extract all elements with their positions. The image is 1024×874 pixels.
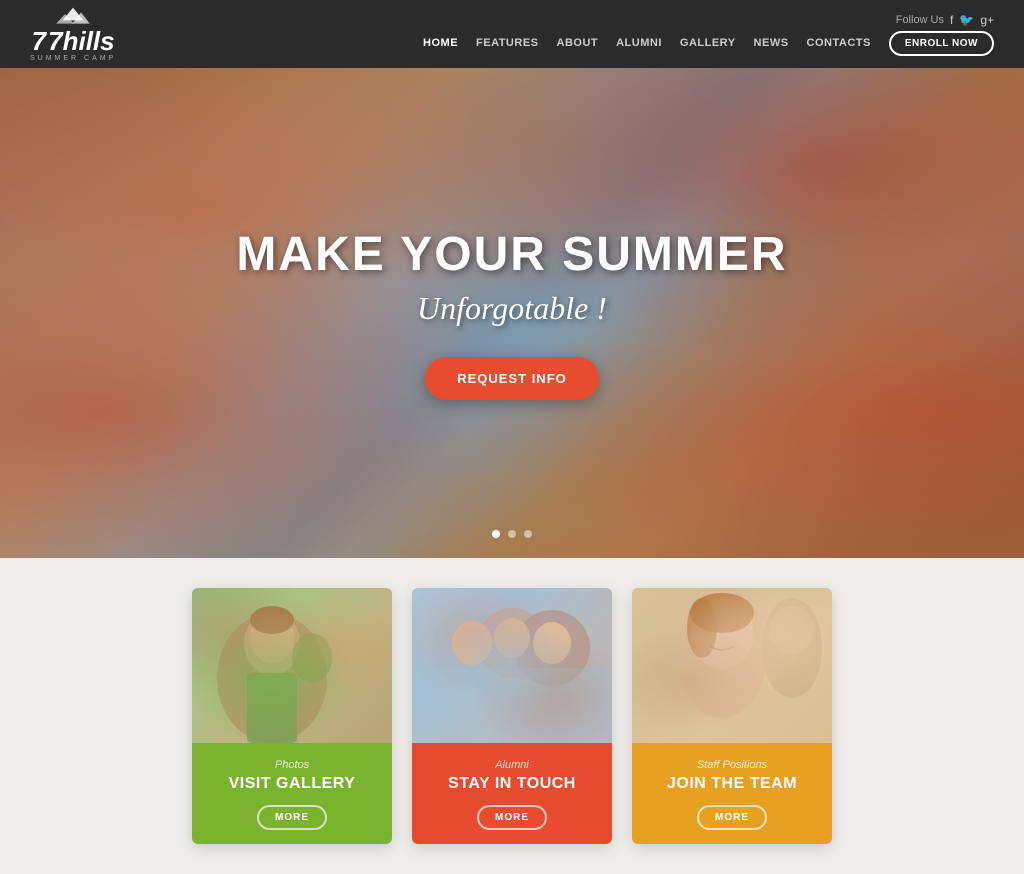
header-right: Follow Us f 🐦 g+ HOME FEATURES ABOUT ALU…: [423, 13, 994, 56]
nav-about[interactable]: ABOUT: [557, 37, 599, 49]
card-gallery-title: VISIT GALLERY: [206, 775, 378, 793]
card-alumni-image: [412, 588, 612, 743]
card-gallery-body: Photos VISIT GALLERY MORE: [192, 743, 392, 844]
card-gallery-more-button[interactable]: MORE: [257, 805, 327, 830]
header: 7 7hills SUMMER CAMP Follow Us f 🐦 g+ HO…: [0, 0, 1024, 68]
follow-us-row: Follow Us f 🐦 g+: [896, 13, 994, 27]
nav-home[interactable]: HOME: [423, 37, 458, 49]
hero-content: MAKE YOUR SUMMER Unforgotable ! REQUEST …: [236, 227, 787, 400]
facebook-icon[interactable]: f: [950, 13, 953, 27]
card-staff-body: Staff Positions JOIN THE TEAM MORE: [632, 743, 832, 844]
card-alumni-photo: [412, 588, 612, 743]
card-gallery[interactable]: Photos VISIT GALLERY MORE: [192, 588, 392, 844]
logo-tagline: SUMMER CAMP: [30, 55, 116, 62]
logo-number: 7: [32, 28, 46, 54]
hero-section: MAKE YOUR SUMMER Unforgotable ! REQUEST …: [0, 68, 1024, 558]
nav-gallery[interactable]: GALLERY: [680, 37, 736, 49]
card-staff-more-button[interactable]: MORE: [697, 805, 767, 830]
cards-section: Photos VISIT GALLERY MORE Alumni STAY IN…: [0, 558, 1024, 874]
card-gallery-photo: [192, 588, 392, 743]
enroll-button[interactable]: ENROLL NOW: [889, 31, 994, 56]
logo-mountain-icon: [53, 6, 93, 26]
card-staff[interactable]: Staff Positions JOIN THE TEAM MORE: [632, 588, 832, 844]
card-staff-category: Staff Positions: [646, 759, 818, 771]
hero-subtitle: Unforgotable !: [236, 290, 787, 327]
request-info-button[interactable]: REQUEST INFO: [425, 357, 599, 400]
logo-text: 7hills: [48, 28, 114, 54]
card-alumni-title: STAY IN TOUCH: [426, 775, 598, 793]
hero-dot-1[interactable]: [492, 530, 500, 538]
nav-news[interactable]: NEWS: [754, 37, 789, 49]
card-alumni-more-button[interactable]: MORE: [477, 805, 547, 830]
nav: HOME FEATURES ABOUT ALUMNI GALLERY NEWS …: [423, 31, 994, 56]
hero-dot-2[interactable]: [508, 530, 516, 538]
card-staff-title: JOIN THE TEAM: [646, 775, 818, 793]
hero-dot-3[interactable]: [524, 530, 532, 538]
hero-slider-dots: [492, 530, 532, 538]
twitter-icon[interactable]: 🐦: [959, 13, 974, 27]
nav-alumni[interactable]: ALUMNI: [616, 37, 662, 49]
follow-us-label: Follow Us: [896, 14, 944, 26]
card-alumni-category: Alumni: [426, 759, 598, 771]
card-alumni[interactable]: Alumni STAY IN TOUCH MORE: [412, 588, 612, 844]
nav-features[interactable]: FEATURES: [476, 37, 538, 49]
hero-title: MAKE YOUR SUMMER: [236, 227, 787, 282]
card-staff-photo: [632, 588, 832, 743]
card-gallery-image: [192, 588, 392, 743]
logo[interactable]: 7 7hills SUMMER CAMP: [30, 6, 116, 62]
nav-contacts[interactable]: CONTACTS: [807, 37, 871, 49]
card-alumni-body: Alumni STAY IN TOUCH MORE: [412, 743, 612, 844]
card-gallery-category: Photos: [206, 759, 378, 771]
googleplus-icon[interactable]: g+: [980, 13, 994, 27]
card-staff-image: [632, 588, 832, 743]
